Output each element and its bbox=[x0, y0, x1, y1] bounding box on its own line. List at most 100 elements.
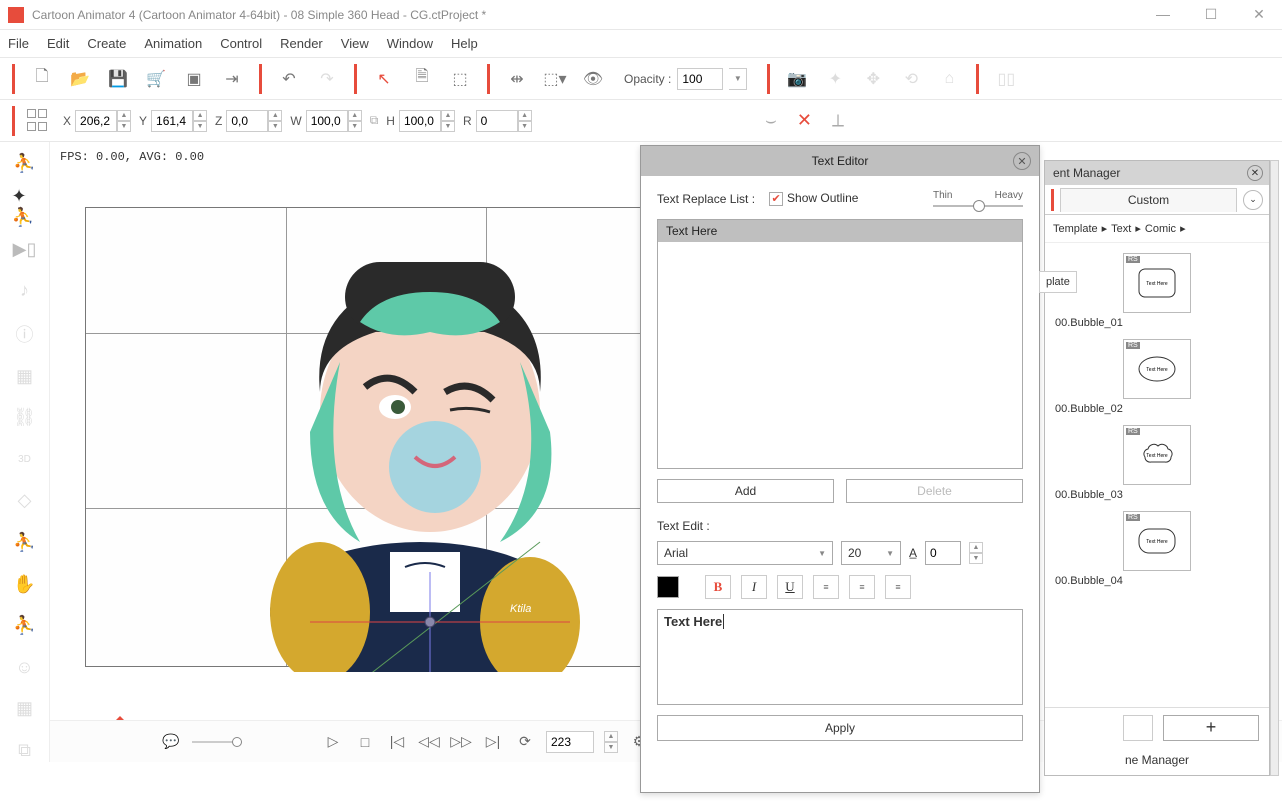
align-left-button[interactable]: ≡ bbox=[813, 575, 839, 599]
link-tool[interactable]: ⬚ bbox=[445, 64, 475, 94]
delete-button[interactable]: Delete bbox=[846, 479, 1023, 503]
list-item[interactable]: RSText Here 00.Bubble_04 bbox=[1055, 511, 1259, 587]
first-frame-button[interactable]: |◁ bbox=[386, 731, 408, 753]
new-button[interactable]: 🗋 bbox=[27, 64, 57, 94]
home-button[interactable]: ⌂ bbox=[934, 64, 964, 94]
export-button[interactable]: ▣ bbox=[179, 64, 209, 94]
undo-button[interactable]: ↶ bbox=[274, 64, 304, 94]
grid-icon[interactable] bbox=[27, 109, 51, 133]
menu-control[interactable]: Control bbox=[220, 36, 262, 51]
play-button[interactable]: ▷ bbox=[322, 731, 344, 753]
template-side-label[interactable]: plate bbox=[1039, 271, 1077, 293]
bold-button[interactable]: B bbox=[705, 575, 731, 599]
save-button[interactable]: 💾 bbox=[103, 64, 133, 94]
crop-tool[interactable]: ⬚▾ bbox=[540, 64, 570, 94]
head-tool-2[interactable]: ✕ bbox=[797, 110, 812, 131]
menu-file[interactable]: File bbox=[8, 36, 29, 51]
content-manager-titlebar[interactable]: ent Manager ✕ bbox=[1045, 161, 1269, 185]
stop-button[interactable]: □ bbox=[354, 731, 376, 753]
spacing-input[interactable] bbox=[925, 541, 961, 565]
r-input[interactable] bbox=[476, 110, 518, 132]
align-center-button[interactable]: ≡ bbox=[849, 575, 875, 599]
walk-tool[interactable]: ⛹ bbox=[12, 531, 38, 555]
opacity-control[interactable]: Opacity : ▼ bbox=[624, 68, 747, 90]
safe-area-button[interactable]: ▯▯ bbox=[991, 64, 1021, 94]
menu-create[interactable]: Create bbox=[87, 36, 126, 51]
x-input[interactable] bbox=[75, 110, 117, 132]
align-right-button[interactable]: ≡ bbox=[885, 575, 911, 599]
comment-icon[interactable]: 💬 bbox=[160, 731, 182, 753]
scene-tool[interactable]: ▦ bbox=[12, 365, 38, 389]
sparkle-button[interactable]: ✦ bbox=[820, 64, 850, 94]
menu-window[interactable]: Window bbox=[387, 36, 433, 51]
next-frame-button[interactable]: ▷▷ bbox=[450, 731, 472, 753]
frame-input[interactable] bbox=[546, 731, 594, 753]
page-tool[interactable]: 🗎 bbox=[407, 64, 437, 94]
menu-help[interactable]: Help bbox=[451, 36, 478, 51]
opacity-input[interactable] bbox=[677, 68, 723, 90]
head-tool-3[interactable]: ⟂ bbox=[832, 110, 844, 131]
menu-render[interactable]: Render bbox=[280, 36, 323, 51]
text-input-area[interactable]: Text Here bbox=[657, 609, 1023, 705]
prev-frame-button[interactable]: ◁◁ bbox=[418, 731, 440, 753]
close-button[interactable]: ✕ bbox=[1244, 6, 1274, 23]
content-list[interactable]: RSText Here 00.Bubble_01 RSText Here 00.… bbox=[1045, 243, 1269, 673]
spin-up[interactable]: ▲ bbox=[117, 110, 131, 121]
list-item[interactable]: RSText Here 00.Bubble_02 bbox=[1055, 339, 1259, 415]
shape-tool[interactable]: ◇ bbox=[12, 489, 38, 513]
rotate-button[interactable]: ⟲ bbox=[896, 64, 926, 94]
select-tool[interactable]: ↖ bbox=[369, 64, 399, 94]
zoom-slider[interactable] bbox=[192, 741, 242, 743]
grid-tool[interactable]: ▦ bbox=[12, 697, 38, 721]
send-button[interactable]: ⇥ bbox=[217, 64, 247, 94]
list-item[interactable]: RSText Here 00.Bubble_03 bbox=[1055, 425, 1259, 501]
open-button[interactable]: 📂 bbox=[65, 64, 95, 94]
actor-tool[interactable]: ⛹ bbox=[12, 152, 38, 176]
tab-custom[interactable]: Custom bbox=[1060, 188, 1237, 212]
text-editor-titlebar[interactable]: Text Editor ✕ bbox=[641, 146, 1039, 176]
scene-manager-strip[interactable] bbox=[1270, 160, 1279, 776]
apply-button[interactable]: Apply bbox=[657, 715, 1023, 741]
italic-button[interactable]: I bbox=[741, 575, 767, 599]
head-tool-1[interactable]: ⌣ bbox=[765, 110, 777, 131]
footer-box[interactable] bbox=[1123, 715, 1153, 741]
layers-tool[interactable]: ⧉ bbox=[12, 738, 38, 762]
hand-tool[interactable]: ✋ bbox=[12, 572, 38, 596]
w-input[interactable] bbox=[306, 110, 348, 132]
size-select[interactable]: 20▼ bbox=[841, 541, 901, 565]
close-icon[interactable]: ✕ bbox=[1013, 152, 1031, 170]
menu-animation[interactable]: Animation bbox=[144, 36, 202, 51]
spin-down[interactable]: ▼ bbox=[117, 121, 131, 132]
loop-button[interactable]: ⟳ bbox=[514, 731, 536, 753]
menu-view[interactable]: View bbox=[341, 36, 369, 51]
minimize-button[interactable]: — bbox=[1148, 6, 1178, 23]
list-item[interactable]: RSText Here 00.Bubble_01 bbox=[1055, 253, 1259, 329]
move-button[interactable]: ✥ bbox=[858, 64, 888, 94]
show-outline-checkbox[interactable]: ✔Show Outline bbox=[769, 191, 858, 206]
list-item[interactable]: Text Here bbox=[658, 220, 1022, 242]
link-wh-icon[interactable]: ⧉ bbox=[370, 113, 379, 128]
z-input[interactable] bbox=[226, 110, 268, 132]
text-replace-list[interactable]: Text Here bbox=[657, 219, 1023, 469]
font-select[interactable]: Arial▼ bbox=[657, 541, 833, 565]
maximize-button[interactable]: ☐ bbox=[1196, 6, 1226, 23]
add-button[interactable]: Add bbox=[657, 479, 834, 503]
opacity-dropdown[interactable]: ▼ bbox=[729, 68, 747, 90]
last-frame-button[interactable]: ▷| bbox=[482, 731, 504, 753]
cart-button[interactable]: 🛒 bbox=[141, 64, 171, 94]
run-tool[interactable]: ⛹ bbox=[12, 614, 38, 638]
eye-button[interactable]: 👁 bbox=[578, 64, 608, 94]
face-tool[interactable]: ☺ bbox=[12, 655, 38, 679]
video-tool[interactable]: ▶▯ bbox=[12, 238, 38, 262]
redo-button[interactable]: ↷ bbox=[312, 64, 342, 94]
underline-button[interactable]: U bbox=[777, 575, 803, 599]
camera-button[interactable]: 📷 bbox=[782, 64, 812, 94]
h-input[interactable] bbox=[399, 110, 441, 132]
outline-thickness-slider[interactable]: ThinHeavy bbox=[933, 190, 1023, 207]
bone-tool[interactable]: ⛓ bbox=[12, 406, 38, 430]
3d-tool[interactable]: 3D bbox=[12, 448, 38, 472]
add-content-button[interactable]: + bbox=[1163, 715, 1259, 741]
menu-edit[interactable]: Edit bbox=[47, 36, 69, 51]
pose-tool[interactable]: ✦⛹ bbox=[12, 194, 38, 220]
info-tool[interactable]: ⓘ bbox=[12, 321, 38, 347]
